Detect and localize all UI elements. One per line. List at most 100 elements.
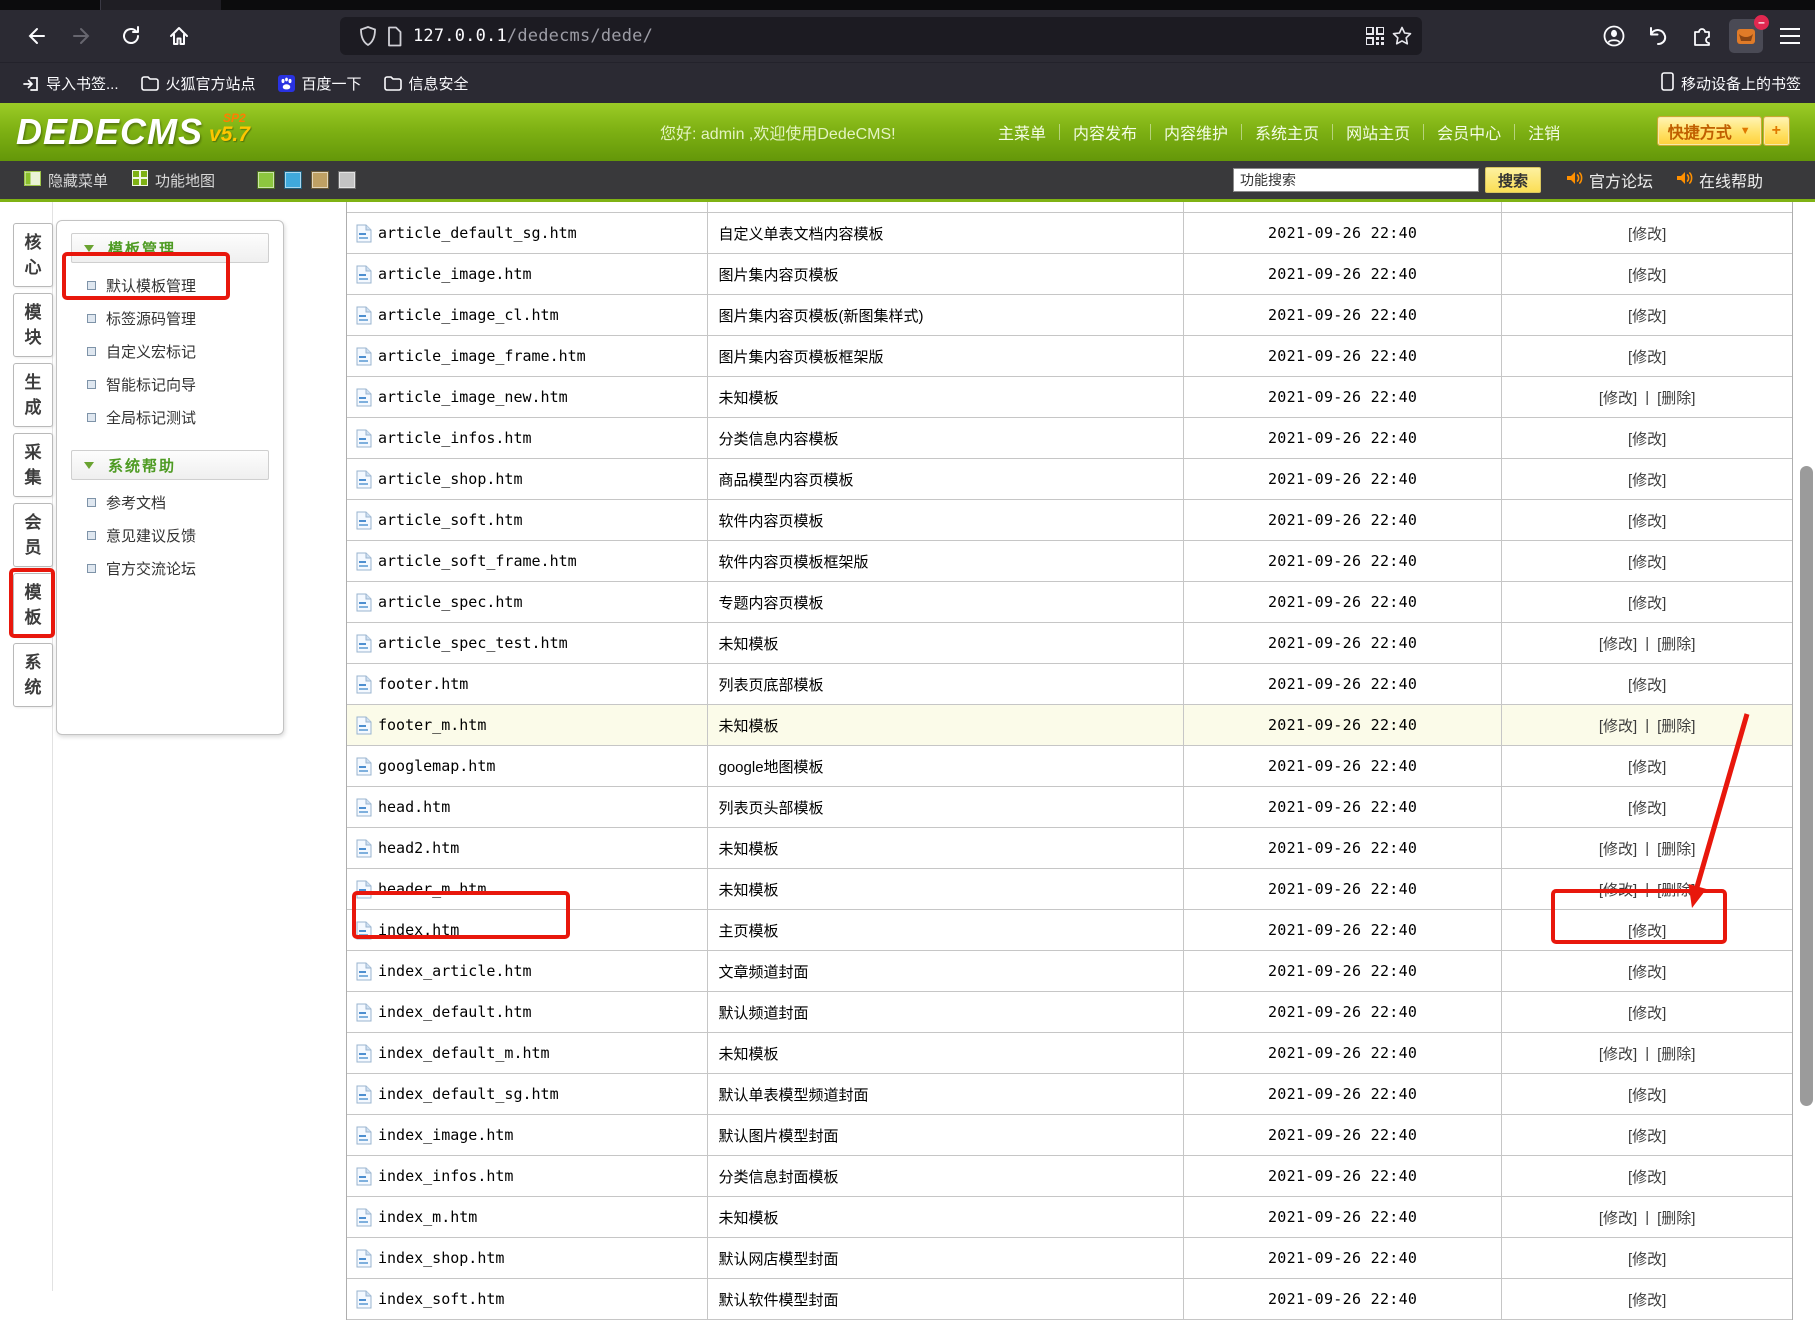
time-cell: 2021-09-26 22:40 — [1184, 1115, 1503, 1155]
file-name: article_spec.htm — [378, 593, 523, 611]
menu-item[interactable]: 智能标记向导 — [87, 368, 283, 401]
menu-item[interactable]: 全局标记测试 — [87, 401, 283, 434]
modify-link[interactable]: [修改] — [1628, 346, 1666, 367]
shield-icon[interactable] — [358, 25, 378, 47]
menu-item[interactable]: 标签源码管理 — [87, 302, 283, 335]
nav-item-2[interactable]: 内容维护 — [1151, 117, 1241, 147]
modify-link[interactable]: [修改] — [1628, 264, 1666, 285]
sidebar-tab-1[interactable]: 模块 — [13, 293, 53, 357]
modify-link[interactable]: [修改] — [1628, 305, 1666, 326]
modify-link[interactable]: [修改] — [1628, 756, 1666, 777]
function-search-input[interactable] — [1233, 168, 1479, 192]
nav-item-4[interactable]: 网站主页 — [1333, 117, 1423, 147]
qr-extension-icon[interactable] — [1366, 27, 1384, 45]
delete-link[interactable]: [删除] — [1657, 879, 1695, 900]
function-map-button[interactable]: 功能地图 — [132, 170, 215, 191]
proxy-extension-icon[interactable]: – — [1729, 19, 1763, 53]
modify-link[interactable]: [修改] — [1628, 920, 1666, 941]
modify-link[interactable]: [修改] — [1628, 223, 1666, 244]
sidebar-tab-6[interactable]: 系统 — [13, 643, 53, 707]
reload-button[interactable] — [114, 19, 148, 53]
html-file-icon — [356, 921, 372, 940]
delete-link[interactable]: [删除] — [1657, 387, 1695, 408]
back-button[interactable] — [18, 19, 52, 53]
modify-link[interactable]: [修改] — [1628, 1166, 1666, 1187]
menu-item[interactable]: 意见建议反馈 — [87, 519, 283, 552]
bookmark-item[interactable]: 百度一下 — [278, 73, 362, 94]
menu-item[interactable]: 默认模板管理 — [87, 269, 283, 302]
account-icon[interactable] — [1597, 19, 1631, 53]
page-info-icon[interactable] — [386, 26, 403, 47]
bookmark-star-icon[interactable] — [1392, 26, 1412, 46]
description-cell: 商品模型内容页模板 — [708, 459, 1184, 499]
modify-link[interactable]: [修改] — [1628, 961, 1666, 982]
menu-item-label: 全局标记测试 — [106, 407, 196, 428]
theme-swatch-0[interactable] — [257, 171, 275, 189]
sidebar-tab-4[interactable]: 会员 — [13, 503, 53, 567]
delete-link[interactable]: [删除] — [1657, 715, 1695, 736]
menu-item[interactable]: 官方交流论坛 — [87, 552, 283, 585]
modify-link[interactable]: [修改] — [1599, 633, 1637, 654]
delete-link[interactable]: [删除] — [1657, 633, 1695, 654]
menu-section-header[interactable]: 模板管理 — [71, 233, 269, 263]
bookmark-item[interactable]: 导入书签... — [22, 73, 119, 94]
modify-link[interactable]: [修改] — [1599, 1043, 1637, 1064]
sidebar-tab-5[interactable]: 模板 — [13, 573, 53, 637]
forward-button[interactable] — [66, 19, 100, 53]
bookmark-item[interactable]: 信息安全 — [384, 73, 469, 94]
sidebar-tab-0[interactable]: 核心 — [13, 223, 53, 287]
modify-link[interactable]: [修改] — [1628, 592, 1666, 613]
nav-item-6[interactable]: 注销 — [1515, 117, 1573, 147]
folder-icon — [141, 76, 159, 91]
page-scrollbar-thumb[interactable] — [1800, 466, 1813, 1106]
modify-link[interactable]: [修改] — [1628, 797, 1666, 818]
modify-link[interactable]: [修改] — [1599, 715, 1637, 736]
sidebar-tab-2[interactable]: 生成 — [13, 363, 53, 427]
nav-item-0[interactable]: 主菜单 — [985, 117, 1059, 147]
modify-link[interactable]: [修改] — [1599, 838, 1637, 859]
hide-menu-button[interactable]: 隐藏菜单 — [24, 170, 108, 191]
hamburger-menu-icon[interactable] — [1773, 19, 1807, 53]
modify-link[interactable]: [修改] — [1628, 510, 1666, 531]
modify-link[interactable]: [修改] — [1628, 551, 1666, 572]
modify-link[interactable]: [修改] — [1628, 469, 1666, 490]
modify-link[interactable]: [修改] — [1628, 428, 1666, 449]
modify-link[interactable]: [修改] — [1628, 674, 1666, 695]
bookmark-item[interactable]: 火狐官方站点 — [141, 73, 256, 94]
modify-link[interactable]: [修改] — [1599, 879, 1637, 900]
official-forum-link[interactable]: 官方论坛 — [1567, 168, 1653, 192]
nav-item-1[interactable]: 内容发布 — [1060, 117, 1150, 147]
sidebar-tab-3[interactable]: 采集 — [13, 433, 53, 497]
menu-section-header[interactable]: 系统帮助 — [71, 450, 269, 480]
html-file-icon — [356, 347, 372, 366]
home-button[interactable] — [162, 19, 196, 53]
modify-link[interactable]: [修改] — [1628, 1125, 1666, 1146]
menu-item[interactable]: 参考文档 — [87, 486, 283, 519]
mobile-bookmarks[interactable]: 移动设备上的书签 — [1661, 72, 1801, 95]
shortcut-add-button[interactable]: + — [1764, 117, 1789, 145]
action-separator: | — [1645, 1209, 1649, 1226]
delete-link[interactable]: [删除] — [1657, 1207, 1695, 1228]
modify-link[interactable]: [修改] — [1628, 1289, 1666, 1310]
url-bar[interactable]: 127.0.0.1/dedecms/dede/ — [340, 17, 1422, 55]
modify-link[interactable]: [修改] — [1628, 1084, 1666, 1105]
nav-item-5[interactable]: 会员中心 — [1424, 117, 1514, 147]
search-button[interactable]: 搜索 — [1485, 167, 1541, 193]
extensions-puzzle-icon[interactable] — [1685, 19, 1719, 53]
menu-item[interactable]: 自定义宏标记 — [87, 335, 283, 368]
theme-swatch-1[interactable] — [284, 171, 302, 189]
delete-link[interactable]: [删除] — [1657, 838, 1695, 859]
theme-swatch-2[interactable] — [311, 171, 329, 189]
browser-tab[interactable] — [100, 0, 221, 10]
shortcut-button[interactable]: 快捷方式 ▼ — [1658, 117, 1761, 145]
modify-link[interactable]: [修改] — [1628, 1248, 1666, 1269]
modify-link[interactable]: [修改] — [1599, 1207, 1637, 1228]
modify-link[interactable]: [修改] — [1628, 1002, 1666, 1023]
delete-link[interactable]: [删除] — [1657, 1043, 1695, 1064]
modify-link[interactable]: [修改] — [1599, 387, 1637, 408]
theme-swatch-3[interactable] — [338, 171, 356, 189]
square-bullet-icon — [87, 380, 96, 389]
nav-item-3[interactable]: 系统主页 — [1242, 117, 1332, 147]
undo-arrow-icon[interactable] — [1641, 19, 1675, 53]
online-help-link[interactable]: 在线帮助 — [1677, 168, 1763, 192]
